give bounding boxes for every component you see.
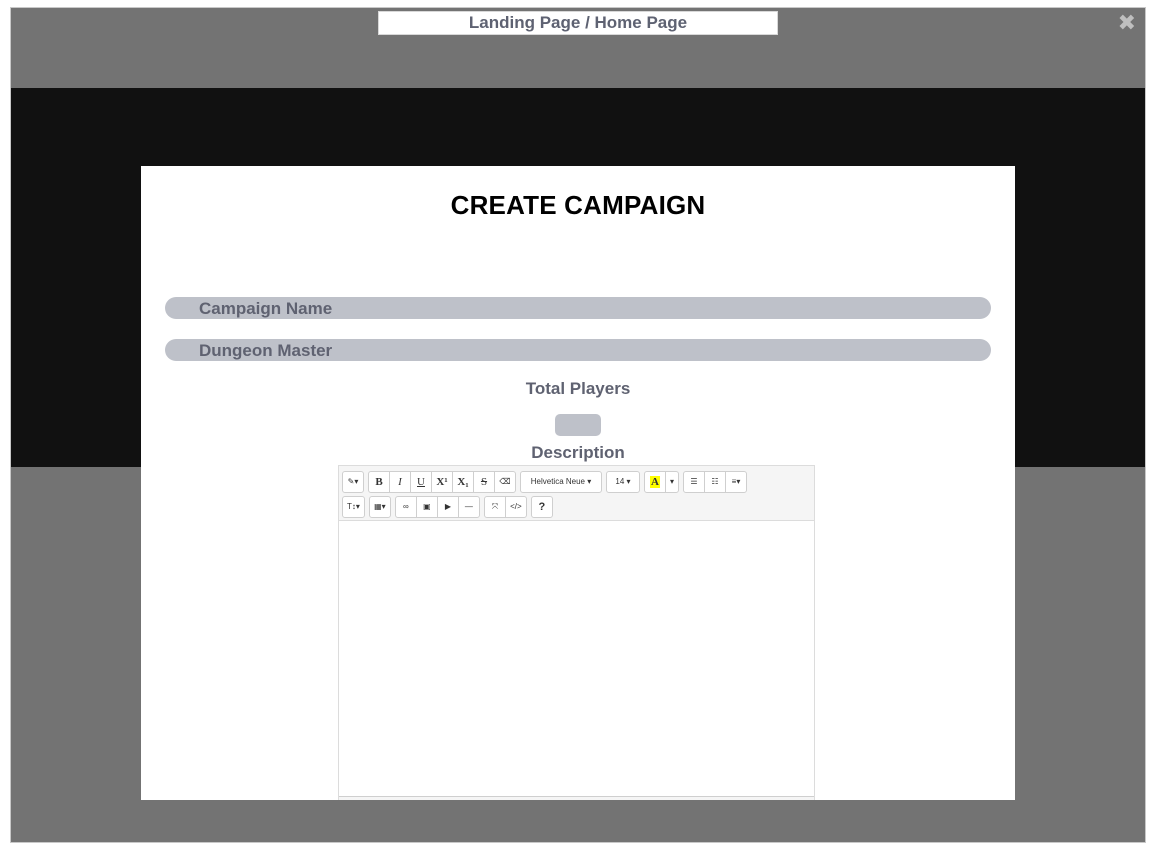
font-family-dropdown[interactable]: Helvetica Neue ▾ <box>520 470 602 493</box>
style-wand-icon[interactable]: ✎▾ <box>342 470 364 493</box>
fullscreen-icon[interactable]: ⤧ <box>483 495 506 518</box>
dungeon-master-input[interactable]: Dungeon Master <box>165 339 991 361</box>
create-campaign-modal: CREATE CAMPAIGN Campaign Name Dungeon Ma… <box>141 166 1015 800</box>
editor-resize-bar[interactable] <box>339 796 814 800</box>
help-icon[interactable]: ? <box>530 495 553 518</box>
description-editor-area[interactable] <box>339 521 814 796</box>
horizontal-rule-icon[interactable]: — <box>457 495 480 518</box>
video-icon[interactable]: ▶ <box>436 495 459 518</box>
rich-text-editor: ✎▾ B I U X¹ X₁ S ⌫ Helvetica Neue ▾ 14 ▾… <box>338 465 815 800</box>
subscript-button[interactable]: X₁ <box>452 470 474 493</box>
underline-button[interactable]: U <box>410 470 432 493</box>
total-players-input[interactable] <box>555 414 601 436</box>
modal-title: CREATE CAMPAIGN <box>450 190 706 220</box>
editor-toolbar: ✎▾ B I U X¹ X₁ S ⌫ Helvetica Neue ▾ 14 ▾… <box>339 466 814 521</box>
page-title: Landing Page / Home Page <box>378 11 778 35</box>
strikethrough-button[interactable]: S <box>473 470 495 493</box>
eraser-icon[interactable]: ⌫ <box>494 470 516 493</box>
italic-button[interactable]: I <box>389 470 411 493</box>
table-icon[interactable]: ▦▾ <box>368 495 391 518</box>
total-players-label: Total Players <box>525 379 631 398</box>
close-icon[interactable]: ✖ <box>1118 9 1136 37</box>
superscript-button[interactable]: X¹ <box>431 470 453 493</box>
text-color-caret[interactable]: ▾ <box>665 470 679 493</box>
link-icon[interactable]: ∞ <box>394 495 417 518</box>
description-label: Description <box>531 443 625 462</box>
ordered-list-icon[interactable]: ☷ <box>704 470 726 493</box>
text-color-button[interactable]: A <box>644 470 666 493</box>
campaign-name-input[interactable]: Campaign Name <box>165 297 991 319</box>
code-view-icon[interactable]: </> <box>504 495 527 518</box>
paragraph-align-icon[interactable]: ≡▾ <box>725 470 747 493</box>
line-height-icon[interactable]: T↕▾ <box>342 495 365 518</box>
unordered-list-icon[interactable]: ☰ <box>683 470 705 493</box>
toolbar-row-2: T↕▾ ▦▾ ∞ ▣ ▶ — ⤧ </> ? <box>342 495 812 518</box>
font-size-dropdown[interactable]: 14 ▾ <box>606 470 640 493</box>
bold-button[interactable]: B <box>368 470 390 493</box>
picture-icon[interactable]: ▣ <box>415 495 438 518</box>
toolbar-row-1: ✎▾ B I U X¹ X₁ S ⌫ Helvetica Neue ▾ 14 ▾… <box>342 470 812 493</box>
